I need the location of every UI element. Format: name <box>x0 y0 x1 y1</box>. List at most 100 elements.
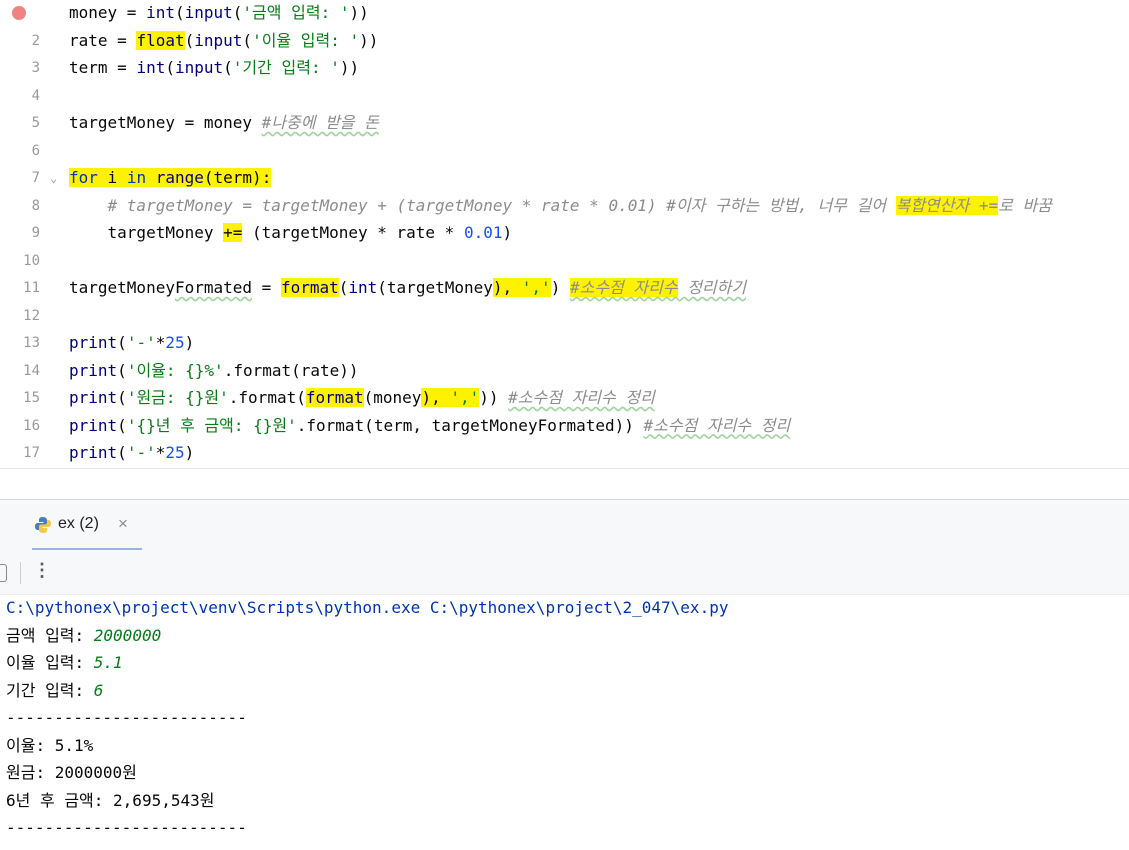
code-token: in <box>126 168 147 187</box>
console-line: 원금: 2000000원 <box>6 763 137 783</box>
code-line[interactable]: print('원금: {}원'.format(format(money), ',… <box>69 388 655 408</box>
code-token: 복합연산자 += <box>895 195 999 215</box>
code-token: print <box>69 333 118 352</box>
code-line[interactable]: for i in range(term): <box>69 168 272 188</box>
code-token: #나중에 받을 돈 <box>261 113 379 132</box>
code-token: '이율 입력: ' <box>252 30 360 50</box>
code-token: ) <box>550 278 561 297</box>
fold-chevron-icon[interactable]: ⌄ <box>50 171 57 185</box>
console-line: C:\pythonex\project\venv\Scripts\python.… <box>6 598 728 618</box>
more-options-icon[interactable]: ⋮ <box>33 560 51 581</box>
code-token: '원금: {}원' <box>126 388 229 407</box>
code-token: print <box>69 443 118 462</box>
toolbar-separator <box>20 562 21 584</box>
code-token: print <box>69 388 118 407</box>
code-token: )) <box>349 3 369 22</box>
line-number[interactable]: 9 <box>0 225 40 241</box>
code-token: '이율: {}%' <box>126 360 224 380</box>
line-number[interactable]: 10 <box>0 253 40 269</box>
run-console-output[interactable]: C:\pythonex\project\venv\Scripts\python.… <box>0 595 1129 850</box>
code-token: ( <box>338 278 349 297</box>
code-token: ), <box>421 388 451 407</box>
line-number[interactable]: 16 <box>0 418 40 434</box>
console-line: 6년 후 금액: 2,695,543원 <box>6 791 214 811</box>
code-token: format <box>305 388 364 407</box>
code-line[interactable]: print('-'*25) <box>69 443 194 463</box>
close-icon[interactable]: × <box>118 514 128 534</box>
code-token: int <box>136 58 166 77</box>
code-token: += <box>223 223 243 242</box>
code-token: 로 바꿈 <box>998 195 1052 215</box>
code-line[interactable]: rate = float(input('이율 입력: ')) <box>69 30 379 51</box>
code-token: )) <box>359 30 379 50</box>
code-line[interactable]: print('{}년 후 금액: {}원'.format(term, targe… <box>69 416 790 436</box>
code-token: ------------------------- <box>6 708 247 727</box>
line-number[interactable]: 13 <box>0 335 40 351</box>
console-line: 금액 입력: 2000000 <box>6 626 161 646</box>
code-token: ( <box>232 3 243 22</box>
line-number[interactable]: 14 <box>0 363 40 379</box>
code-editor[interactable]: ⌄ 2 3 4 5 6 7 8 9 10 11 12 13 14 15 16 17 money = int(i… <box>0 0 1129 468</box>
code-line[interactable]: targetMoney += (targetMoney * rate * 0.0… <box>69 223 512 243</box>
code-token: # targetMoney = targetMoney + (targetMon… <box>107 195 896 215</box>
line-number[interactable]: 12 <box>0 308 40 324</box>
line-number[interactable]: 2 <box>0 33 40 49</box>
code-token: int <box>348 278 378 297</box>
code-token: input <box>174 58 224 77</box>
code-token: targetMoney <box>69 223 224 242</box>
code-token: ( <box>117 333 127 352</box>
line-number[interactable]: 7 <box>0 170 40 186</box>
code-token: print <box>69 360 118 380</box>
code-line[interactable]: term = int(input('기간 입력: ')) <box>69 58 359 78</box>
code-token: )) <box>479 388 499 407</box>
line-number[interactable]: 17 <box>0 445 40 461</box>
code-token <box>146 168 156 187</box>
editor-panel-divider[interactable] <box>0 468 1129 500</box>
code-token: 6 <box>93 680 104 700</box>
code-token: ( <box>117 360 127 380</box>
code-token: 25 <box>165 333 185 352</box>
console-line: ------------------------- <box>6 708 247 728</box>
code-line[interactable]: print('이율: {}%'.format(rate)) <box>69 361 359 381</box>
code-token: ), <box>492 278 522 297</box>
code-token: range <box>155 168 204 187</box>
code-token: '-' <box>126 443 156 462</box>
line-number[interactable]: 11 <box>0 280 40 296</box>
code-token: (money <box>363 388 422 407</box>
code-token: #소수점 자리수 정리 <box>643 415 791 435</box>
code-token: ( <box>117 388 127 407</box>
line-number[interactable]: 6 <box>0 143 40 159</box>
code-token: (targetMoney <box>377 278 493 297</box>
line-number[interactable]: 5 <box>0 115 40 131</box>
code-token: )) <box>339 58 360 77</box>
code-token: print <box>69 415 118 435</box>
code-token: ( <box>242 30 253 50</box>
code-token: 5.1 <box>93 653 123 672</box>
rerun-icon[interactable] <box>0 564 7 582</box>
line-number[interactable]: 4 <box>0 88 40 104</box>
code-token: * <box>155 443 166 462</box>
code-token: money = <box>69 3 147 22</box>
run-tab-ex2[interactable]: ex (2) × <box>32 500 142 551</box>
line-number[interactable]: 8 <box>0 198 40 214</box>
breakpoint-icon[interactable] <box>12 6 26 20</box>
code-line[interactable]: targetMoney = money #나중에 받을 돈 <box>69 113 379 133</box>
line-number[interactable]: 15 <box>0 390 40 406</box>
code-token: ',' <box>450 388 480 407</box>
code-line[interactable]: # targetMoney = targetMoney + (targetMon… <box>69 195 1052 216</box>
code-line[interactable]: money = int(input('금액 입력: ')) <box>69 3 369 23</box>
code-token: '-' <box>126 333 156 352</box>
code-line[interactable]: print('-'*25) <box>69 333 194 353</box>
code-token: = <box>252 278 281 297</box>
code-token: .format( <box>228 388 306 407</box>
line-number[interactable]: 3 <box>0 60 40 76</box>
code-token: ) <box>184 443 195 462</box>
code-line[interactable]: targetMoneyFormated = format(int(targetM… <box>69 278 746 298</box>
code-token: .format(term, targetMoneyFormated)) <box>296 415 634 435</box>
code-token: 이율: 5.1% <box>6 735 94 755</box>
console-line: 이율 입력: 5.1 <box>6 653 123 673</box>
code-token: .format(rate)) <box>223 360 359 380</box>
